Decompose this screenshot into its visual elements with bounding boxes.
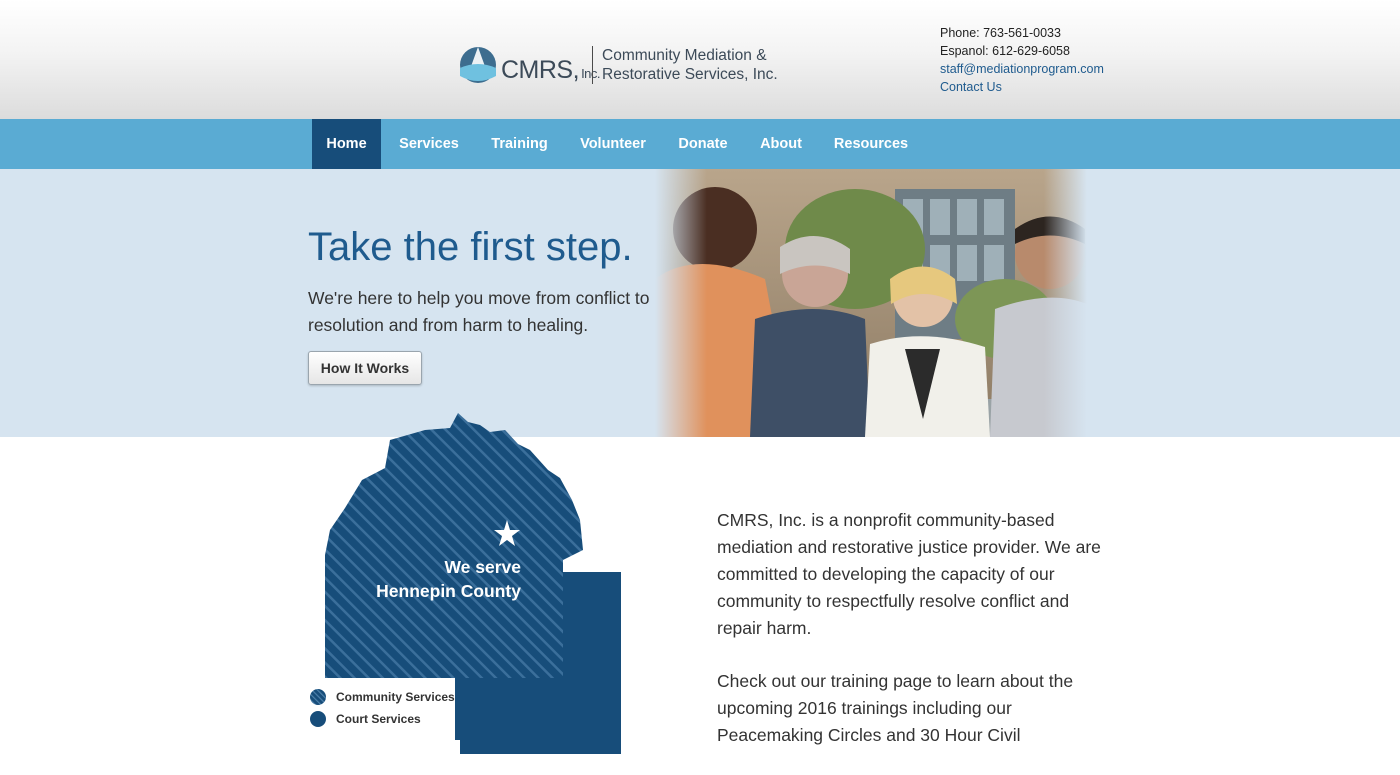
community-services-region [325,413,583,678]
training-paragraph: Check out our training page to learn abo… [717,671,1074,745]
logo-divider [592,46,593,84]
site-header: CMRS, Inc. Community Mediation & Restorat… [0,0,1400,119]
nav-home[interactable]: Home [312,119,381,169]
logo-wordmark: CMRS, Inc. [501,56,601,84]
hero-photo [655,169,1087,437]
contact-us-link[interactable]: Contact Us [940,78,1104,96]
logo-full-name: Community Mediation & Restorative Servic… [602,47,778,83]
nav-services[interactable]: Services [383,119,475,169]
nav-training[interactable]: Training [478,119,561,169]
nav-volunteer[interactable]: Volunteer [566,119,660,169]
contact-info: Phone: 763-561-0033 Espanol: 612-629-605… [940,24,1104,96]
map-label: We serve Hennepin County [376,557,521,601]
hero-subtitle: We're here to help you move from conflic… [308,288,650,335]
how-it-works-button[interactable]: How It Works [308,351,422,385]
cmrs-logo-icon [460,47,496,83]
email-link[interactable]: staff@mediationprogram.com [940,60,1104,78]
hero-banner: Take the first step. We're here to help … [0,169,1400,437]
espanol-phone: Espanol: 612-629-6058 [940,44,1070,58]
striped-circle-icon [310,689,326,705]
main-nav: Home Services Training Volunteer Donate … [0,119,1400,169]
hero-title: Take the first step. [308,225,633,269]
nav-about[interactable]: About [747,119,815,169]
solid-circle-icon [310,711,326,727]
phone-number: Phone: 763-561-0033 [940,26,1061,40]
about-section: CMRS, Inc. is a nonprofit community-base… [717,507,1102,775]
site-logo[interactable]: CMRS, Inc. Community Mediation & Restorat… [459,46,779,86]
nav-resources[interactable]: Resources [822,119,920,169]
about-paragraph: CMRS, Inc. is a nonprofit community-base… [717,510,1101,638]
nav-donate[interactable]: Donate [666,119,740,169]
